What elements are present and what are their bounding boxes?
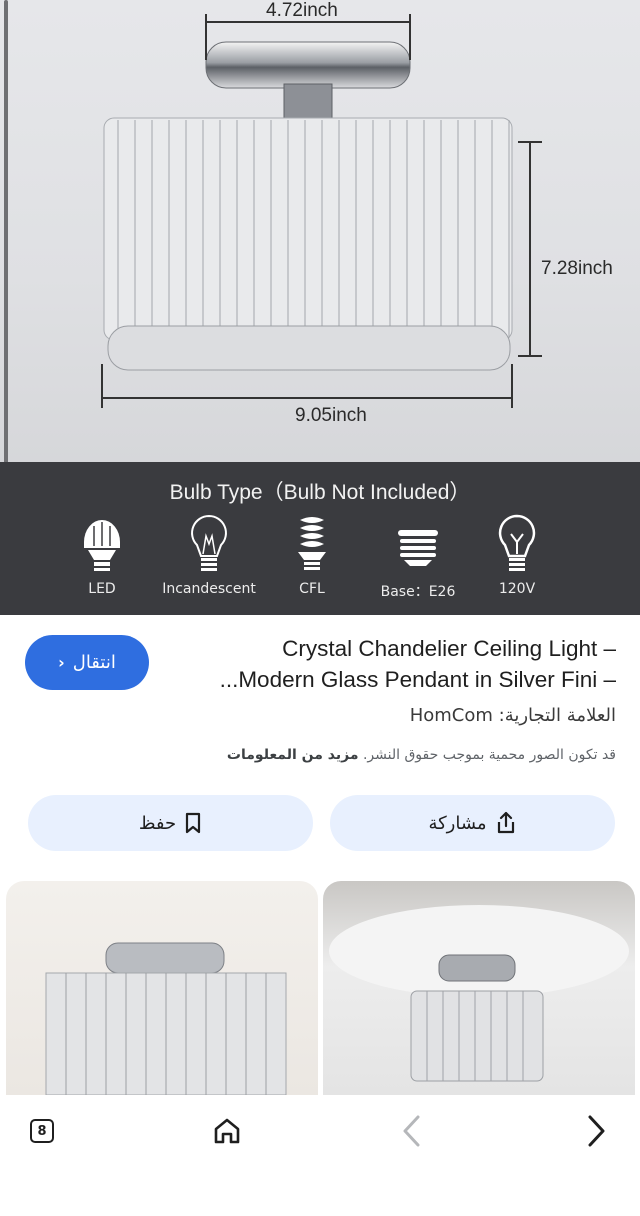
related-image-thumbnail[interactable] xyxy=(6,881,318,1095)
bookmark-icon xyxy=(186,812,201,834)
product-image[interactable]: 4.72inch 7.28inch 9.05inch Bulb Type（Bul… xyxy=(0,0,640,615)
product-title[interactable]: Crystal Chandelier Ceiling Light – ...Mo… xyxy=(168,633,616,695)
chevron-left-icon: ‹ xyxy=(58,653,65,672)
share-label: مشاركة xyxy=(428,812,487,834)
share-button[interactable]: مشاركة xyxy=(330,795,615,851)
brand-value: HomCom xyxy=(409,705,493,726)
dimension-width-top: 4.72inch xyxy=(266,0,338,21)
bulb-option-incandescent: Incandescent xyxy=(149,514,269,604)
more-info-link[interactable]: مزيد من المعلومات xyxy=(227,747,359,763)
brand-line: العلامة التجارية: HomCom xyxy=(56,705,616,726)
dimension-height: 7.28inch xyxy=(541,258,613,279)
related-image-thumbnail[interactable] xyxy=(323,881,635,1095)
led-bulb-icon xyxy=(84,520,120,571)
product-title-line-1: Crystal Chandelier Ceiling Light – xyxy=(282,636,616,661)
home-icon xyxy=(214,1118,240,1144)
bulb-label-cfl: CFL xyxy=(299,581,325,597)
back-button[interactable] xyxy=(384,1109,440,1153)
bulb-option-cfl: CFL xyxy=(252,514,372,604)
dimension-width-bottom: 9.05inch xyxy=(295,405,367,426)
chandelier-thumbnail-left xyxy=(45,942,287,1095)
forward-icon xyxy=(588,1115,605,1147)
tabs-icon: 8 xyxy=(30,1119,54,1143)
forward-button[interactable] xyxy=(568,1109,624,1153)
bulb-type-title: Bulb Type（Bulb Not Included） xyxy=(169,481,471,504)
save-button[interactable]: حفظ xyxy=(28,795,313,851)
chandelier-illustration xyxy=(101,14,542,408)
product-title-line-2: ...Modern Glass Pendant in Silver Fini – xyxy=(219,667,616,692)
save-label: حفظ xyxy=(138,812,177,834)
bulb-option-120v: 120V xyxy=(457,514,577,604)
bulb-label-120v: 120V xyxy=(498,581,536,597)
copyright-notice: قد تكون الصور محمية بموجب حقوق النشر. مز… xyxy=(16,747,616,763)
bottom-navigation-bar: 8 xyxy=(0,1095,640,1216)
image-scrollbar[interactable] xyxy=(4,0,8,505)
copyright-text: قد تكون الصور محمية بموجب حقوق النشر. xyxy=(362,747,616,763)
e26-base-icon xyxy=(398,530,438,566)
product-info-panel: انتقال ‹ Crystal Chandelier Ceiling Ligh… xyxy=(0,615,640,1095)
brand-label: العلامة التجارية: xyxy=(498,705,616,726)
share-icon xyxy=(497,811,514,834)
visit-button[interactable]: انتقال ‹ xyxy=(25,635,149,690)
bulb-option-led: LED xyxy=(42,514,162,604)
chandelier-photo xyxy=(0,0,640,462)
tabs-button[interactable]: 8 xyxy=(14,1109,70,1153)
home-button[interactable] xyxy=(199,1109,255,1153)
bulb-label-incandescent: Incandescent xyxy=(162,581,256,597)
cfl-bulb-icon xyxy=(298,517,326,570)
voltage-bulb-icon xyxy=(498,514,536,571)
chandelier-thumbnail-right xyxy=(329,905,629,1082)
incandescent-bulb-icon xyxy=(191,514,227,571)
bulb-label-led: LED xyxy=(88,581,116,597)
visit-button-label: انتقال xyxy=(72,652,116,673)
page: 4.72inch 7.28inch 9.05inch Bulb Type（Bul… xyxy=(0,0,640,1216)
back-icon xyxy=(403,1115,420,1147)
